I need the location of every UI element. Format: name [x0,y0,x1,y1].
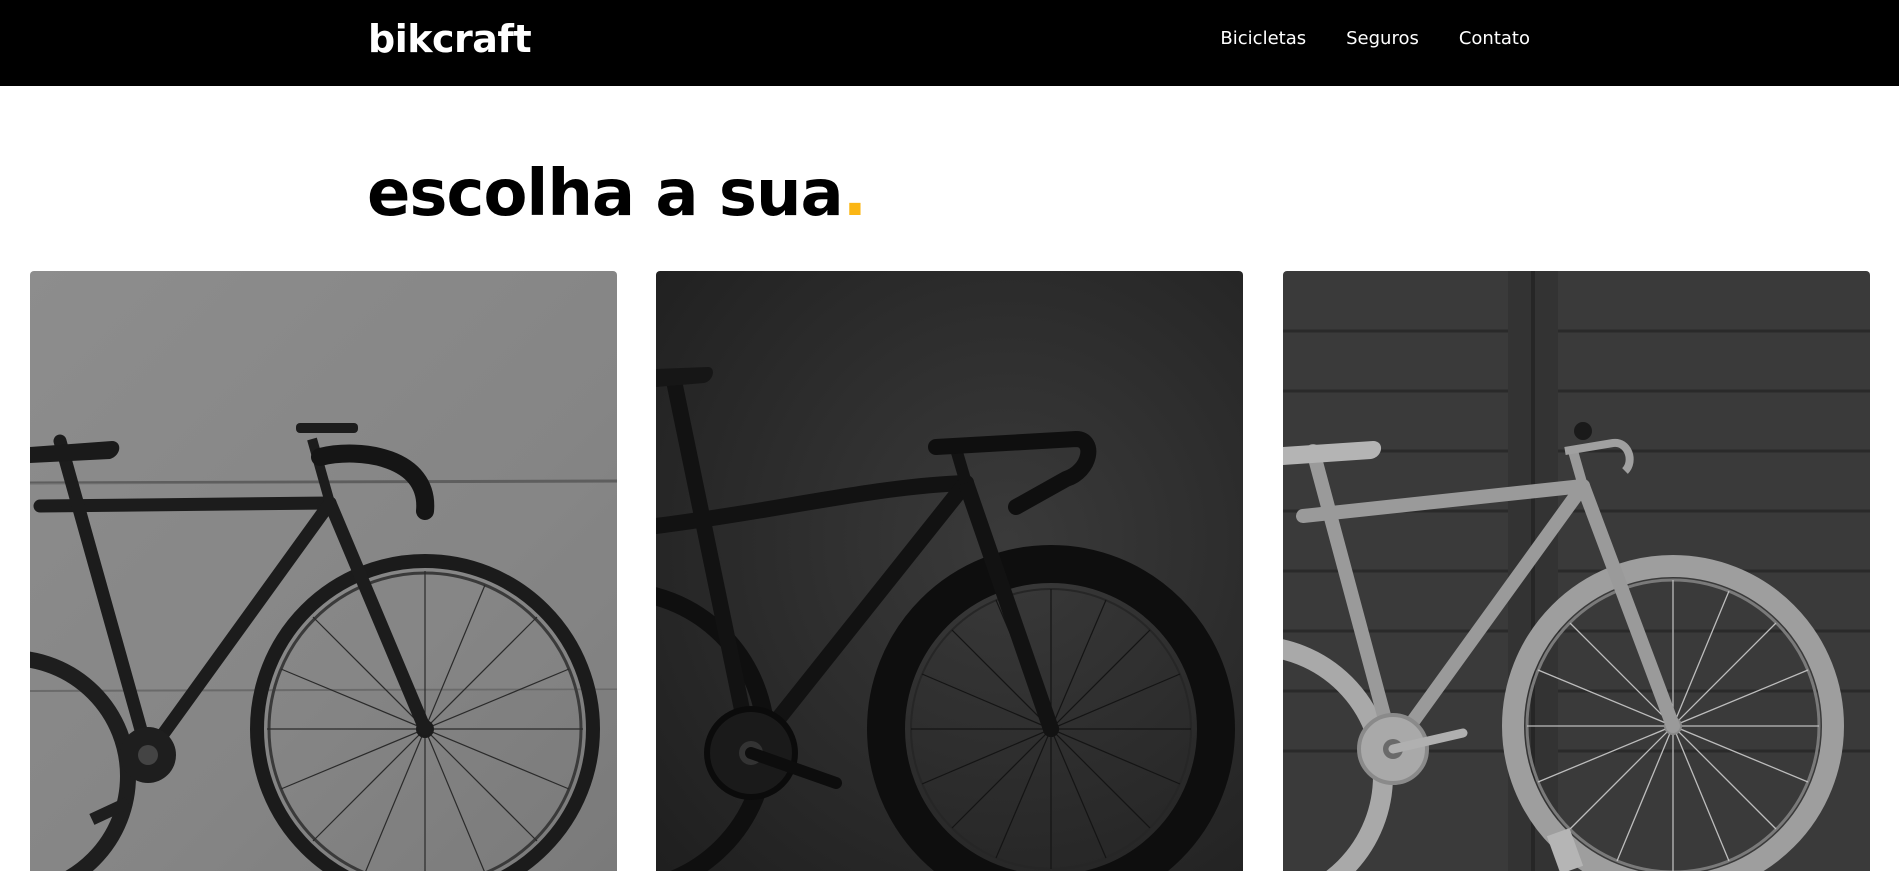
title-accent-dot: . [842,157,867,231]
bike-card-3[interactable] [1283,271,1870,871]
bike-photo-2 [656,271,1243,871]
bike-photo-1 [30,271,617,871]
bike-card-2[interactable] [656,271,1243,871]
page-title-text: escolha a sua [367,157,844,231]
nav-link-seguros[interactable]: Seguros [1346,28,1419,50]
nav-link-bicicletas[interactable]: Bicicletas [1220,28,1306,50]
logo[interactable]: bikcraft [368,17,532,61]
site-header: bikcraft Bicicletas Seguros Contato [0,0,1899,86]
bike-gallery [30,271,1870,871]
nav-link-contato[interactable]: Contato [1459,28,1530,50]
main-nav: Bicicletas Seguros Contato [1220,28,1530,50]
bike-card-1[interactable] [30,271,617,871]
bike-photo-3 [1283,271,1870,871]
page-title: escolha a sua. [367,154,867,234]
